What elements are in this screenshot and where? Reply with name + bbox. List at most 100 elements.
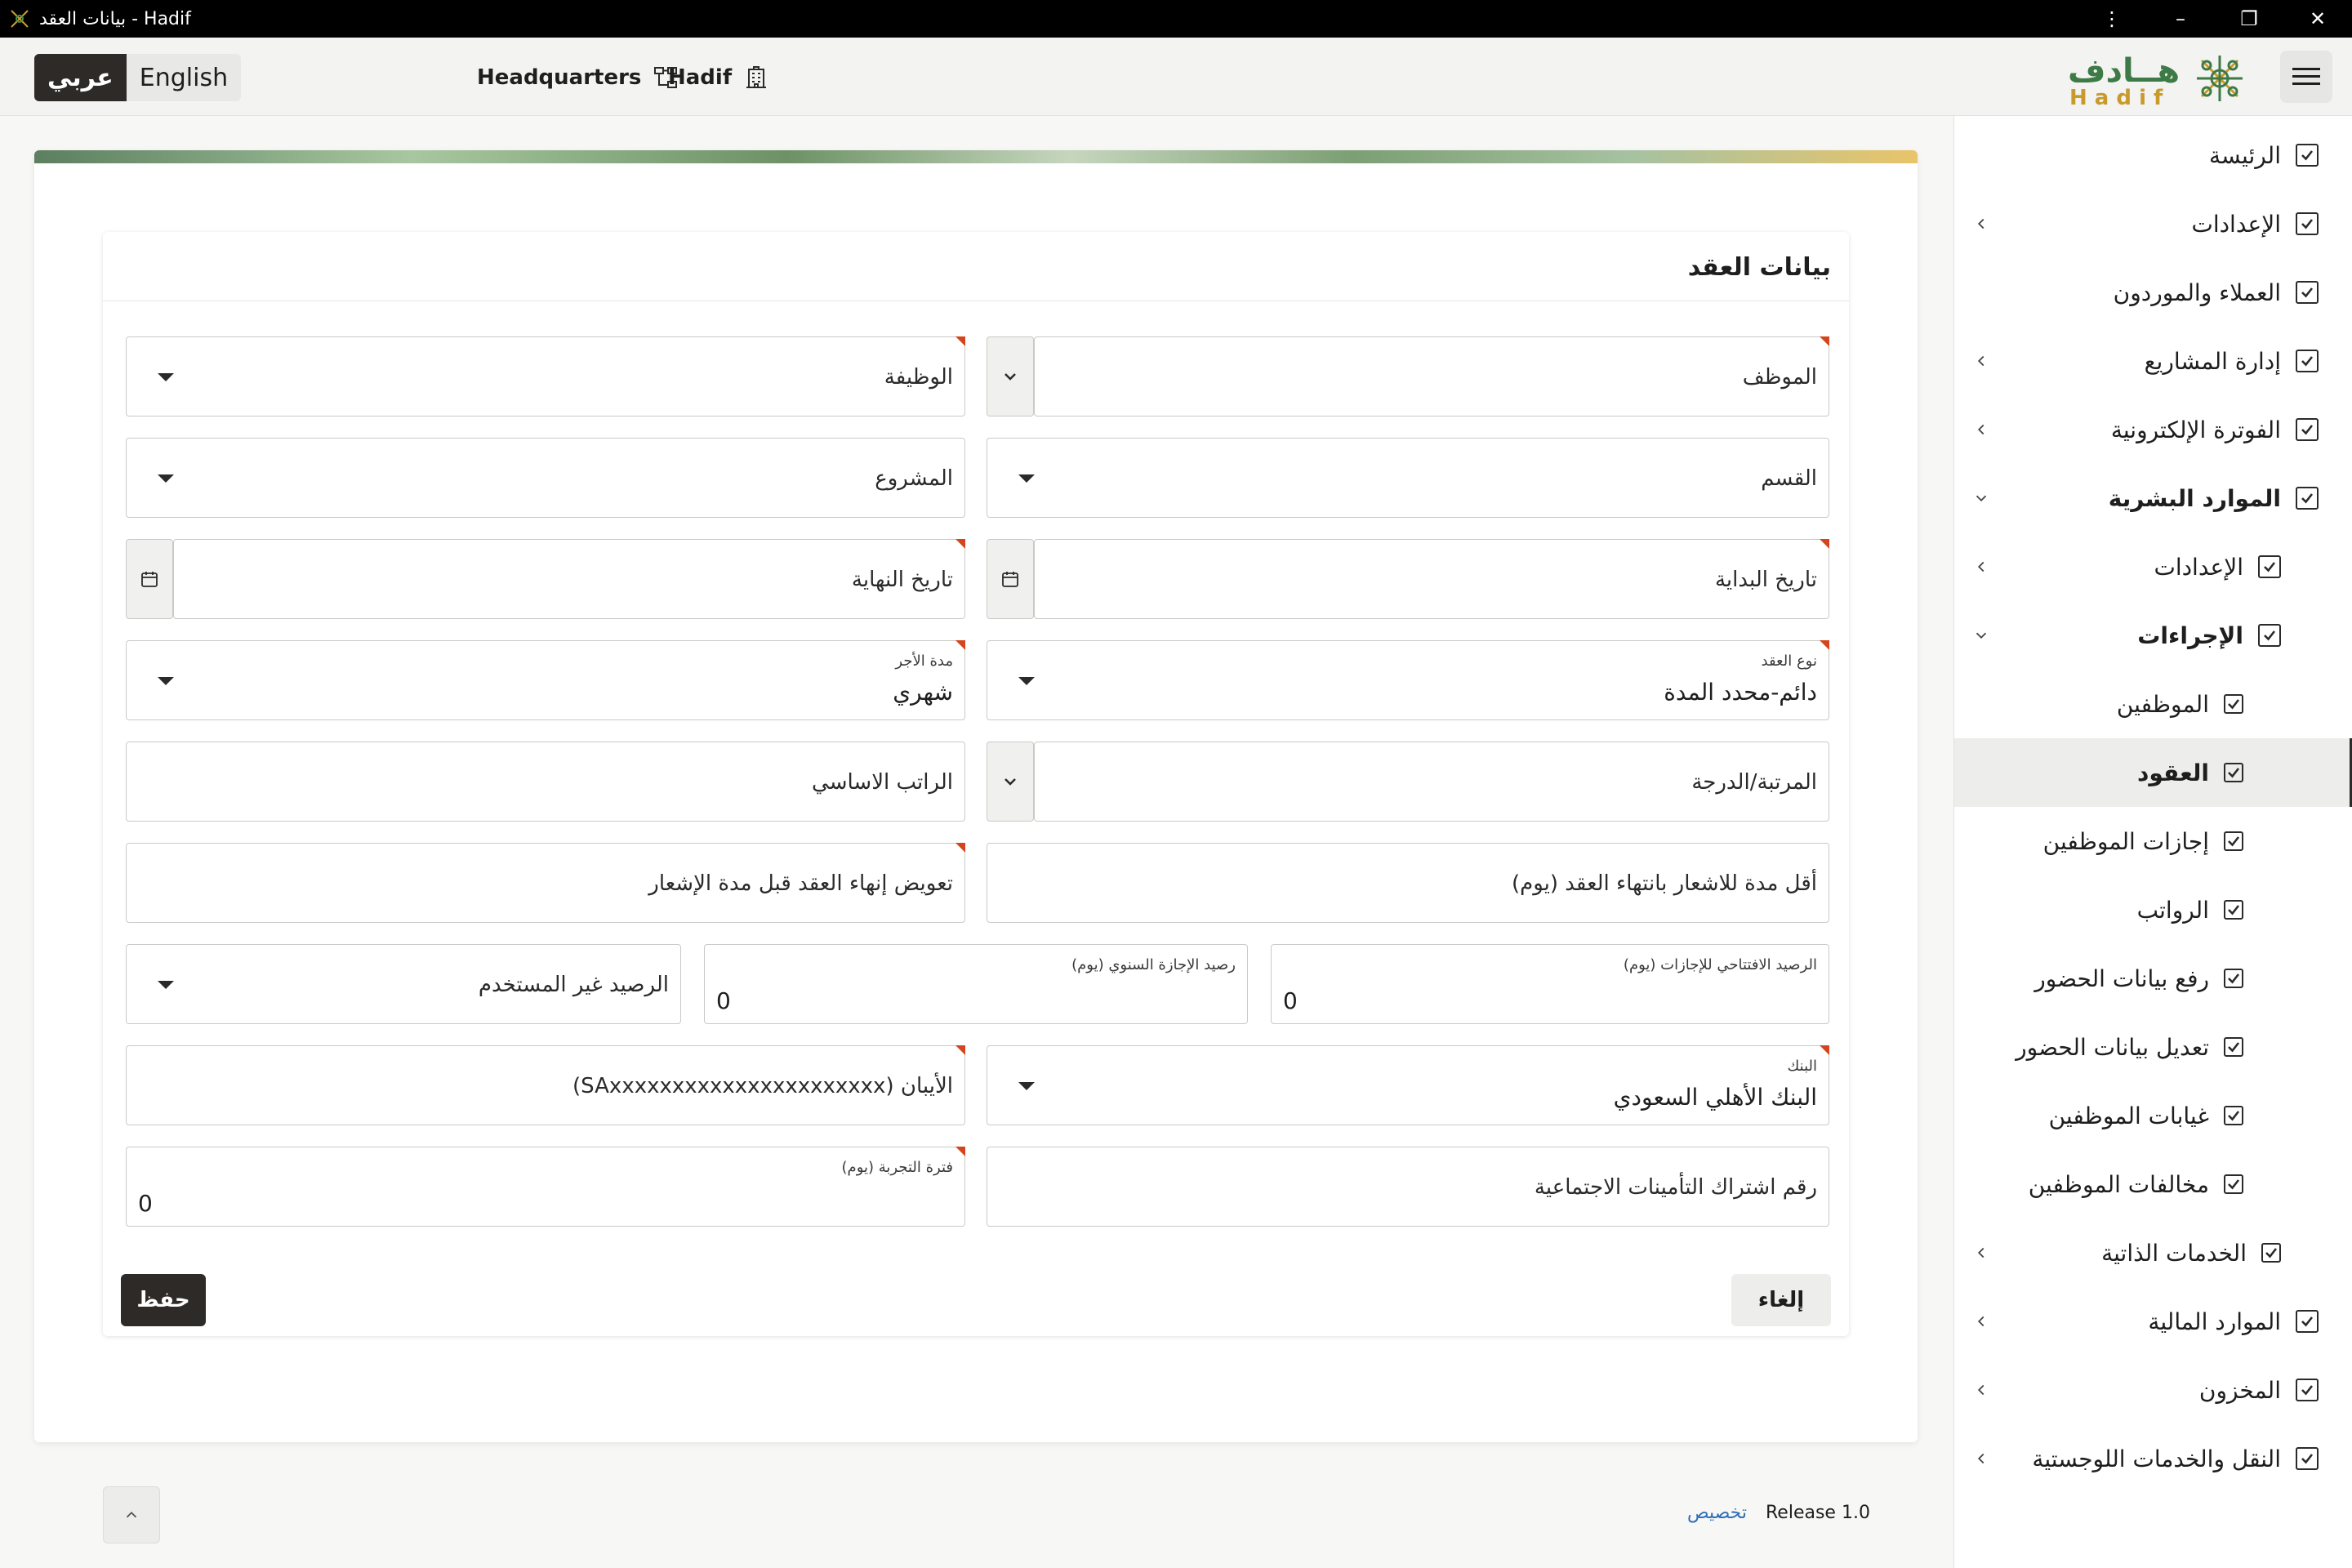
- end-date-picker-button[interactable]: [126, 539, 173, 619]
- job-select[interactable]: الوظيفة: [126, 336, 965, 416]
- save-button[interactable]: حفظ: [121, 1274, 206, 1326]
- caret-down-icon: [1018, 474, 1035, 483]
- basic-salary-field[interactable]: الراتب الاساسي: [126, 742, 965, 822]
- release-version: Release 1.0: [1766, 1503, 1870, 1523]
- sidebar-nav: الرئيسة الإعدادات العملاء والموردون إدارة ا…: [1953, 116, 2352, 1568]
- sidebar-item[interactable]: إدارة المشاريع: [1954, 327, 2352, 395]
- arabic-language-button[interactable]: عربي: [34, 54, 127, 101]
- chevron-left-icon[interactable]: [1969, 395, 1993, 464]
- sidebar-item[interactable]: الإجراءات: [1954, 601, 2352, 670]
- sidebar-item[interactable]: النقل والخدمات اللوجستية: [1954, 1424, 2352, 1493]
- bank-select[interactable]: البنك البنك الأهلي السعودي: [987, 1045, 1829, 1125]
- svg-text:H a d i f: H a d i f: [2069, 86, 2163, 110]
- sidebar-item[interactable]: الموارد المالية: [1954, 1287, 2352, 1356]
- min-notice-field[interactable]: أقل مدة للاشعار بانتهاء العقد (يوم): [987, 843, 1829, 923]
- checkbox-icon: [2224, 1174, 2243, 1194]
- sidebar-item[interactable]: العقود: [1954, 738, 2352, 807]
- svg-text:هــادف: هــادف: [2068, 52, 2180, 90]
- opening-leave-balance-field[interactable]: الرصيد الافتتاحي للإجازات (يوم) 0: [1271, 944, 1829, 1024]
- checkbox-icon: [2296, 418, 2319, 441]
- checkbox-icon: [2224, 694, 2243, 714]
- sidebar-item[interactable]: الرواتب: [1954, 875, 2352, 944]
- iban-field[interactable]: الأيبان (SAxxxxxxxxxxxxxxxxxxxxxx): [126, 1045, 965, 1125]
- sidebar-item[interactable]: تعديل بيانات الحضور: [1954, 1013, 2352, 1081]
- chevron-down-icon: [1004, 778, 1016, 786]
- caret-down-icon: [158, 677, 174, 685]
- sidebar-item[interactable]: الرئيسة: [1954, 121, 2352, 189]
- checkbox-icon: [2224, 763, 2243, 782]
- caret-down-icon: [158, 981, 174, 989]
- sidebar-item[interactable]: الخدمات الذاتية: [1954, 1218, 2352, 1287]
- grade-dropdown-button[interactable]: [987, 742, 1034, 822]
- minimize-icon[interactable]: –: [2146, 0, 2215, 38]
- start-date-picker-button[interactable]: [987, 539, 1034, 619]
- top-header: عربي English Headquarters Hadif هــادف H…: [0, 38, 2352, 116]
- restore-icon[interactable]: ❐: [2215, 0, 2283, 38]
- sidebar-item-label: الإجراءات: [2137, 621, 2243, 649]
- sidebar-item-label: تعديل بيانات الحضور: [2016, 1033, 2209, 1061]
- checkbox-icon: [2258, 624, 2281, 647]
- sidebar-item-label: الموارد المالية: [2148, 1307, 2281, 1335]
- sidebar-item[interactable]: الموظفين: [1954, 670, 2352, 738]
- chevron-left-icon[interactable]: [1969, 189, 1993, 258]
- sidebar-item[interactable]: العملاء والموردون: [1954, 258, 2352, 327]
- employee-dropdown-button[interactable]: [987, 336, 1034, 416]
- chevron-left-icon[interactable]: [1969, 532, 1993, 601]
- start-date-field[interactable]: تاريخ البداية: [1034, 539, 1829, 619]
- checkbox-icon: [2258, 555, 2281, 578]
- gosi-number-field[interactable]: رقم اشتراك التأمينات الاجتماعية: [987, 1147, 1829, 1227]
- main-content-card: بيانات العقد الموظف الوظيفة القسم المشرو…: [34, 150, 1918, 1442]
- sidebar-item-label: المخزون: [2198, 1376, 2281, 1404]
- department-select[interactable]: القسم: [987, 438, 1829, 518]
- english-language-button[interactable]: English: [127, 54, 241, 101]
- contract-type-select[interactable]: نوع العقد دائم-محدد المدة: [987, 640, 1829, 720]
- sidebar-item[interactable]: غيابات الموظفين: [1954, 1081, 2352, 1150]
- language-switch: عربي English: [34, 54, 242, 101]
- chevron-left-icon[interactable]: [1969, 1356, 1993, 1424]
- customize-link[interactable]: تخصيص: [1687, 1503, 1747, 1523]
- checkbox-icon: [2224, 969, 2243, 988]
- sidebar-item[interactable]: الفوترة الإلكترونية: [1954, 395, 2352, 464]
- chevron-left-icon[interactable]: [1969, 327, 1993, 395]
- chevron-up-icon: [126, 1511, 137, 1518]
- sidebar-item[interactable]: رفع بيانات الحضور: [1954, 944, 2352, 1013]
- branch-label: Headquarters: [477, 65, 642, 90]
- checkbox-icon: [2224, 900, 2243, 920]
- close-icon[interactable]: ✕: [2283, 0, 2352, 38]
- checkbox-icon: [2296, 144, 2319, 167]
- termination-compensation-field[interactable]: تعويض إنهاء العقد قبل مدة الإشعار: [126, 843, 965, 923]
- sidebar-item[interactable]: المخزون: [1954, 1356, 2352, 1424]
- scroll-to-top-button[interactable]: [103, 1486, 160, 1544]
- hadif-logo: هــادف H a d i f: [2068, 52, 2243, 110]
- sidebar-item[interactable]: الإعدادات: [1954, 532, 2352, 601]
- checkbox-icon: [2296, 1310, 2319, 1333]
- annual-leave-balance-field[interactable]: رصيد الإجازة السنوي (يوم) 0: [704, 944, 1248, 1024]
- contract-form-panel: بيانات العقد الموظف الوظيفة القسم المشرو…: [103, 232, 1849, 1336]
- cancel-button[interactable]: إلغاء: [1731, 1274, 1831, 1326]
- chevron-down-icon[interactable]: [1969, 601, 1993, 670]
- grade-field[interactable]: المرتبة/الدرجة: [1034, 742, 1829, 822]
- probation-period-field[interactable]: فترة التجربة (يوم) 0: [126, 1147, 965, 1227]
- more-vertical-icon[interactable]: ⋮: [2078, 0, 2146, 38]
- branch-selector[interactable]: Headquarters: [477, 54, 679, 101]
- chevron-left-icon[interactable]: [1969, 1287, 1993, 1356]
- sidebar-item[interactable]: مخالفات الموظفين: [1954, 1150, 2352, 1218]
- chevron-left-icon[interactable]: [1969, 1424, 1993, 1493]
- end-date-field[interactable]: تاريخ النهاية: [173, 539, 965, 619]
- chevron-down-icon[interactable]: [1969, 464, 1993, 532]
- unused-balance-select[interactable]: الرصيد غير المستخدم: [126, 944, 681, 1024]
- sidebar-item-label: إدارة المشاريع: [2144, 347, 2281, 375]
- sidebar-item[interactable]: الإعدادات: [1954, 189, 2352, 258]
- chevron-left-icon[interactable]: [1969, 1218, 1993, 1287]
- company-selector[interactable]: Hadif: [668, 54, 769, 101]
- project-select[interactable]: المشروع: [126, 438, 965, 518]
- employee-field[interactable]: الموظف: [1034, 336, 1829, 416]
- checkbox-icon: [2296, 1447, 2319, 1470]
- sidebar-item[interactable]: إجازات الموظفين: [1954, 807, 2352, 875]
- decorative-banner: [34, 150, 1918, 163]
- menu-toggle-button[interactable]: [2280, 51, 2332, 103]
- sidebar-item[interactable]: الموارد البشرية: [1954, 464, 2352, 532]
- caret-down-icon: [158, 373, 174, 381]
- wage-period-select[interactable]: مدة الأجر شهري: [126, 640, 965, 720]
- sidebar-item-label: الإعدادات: [2191, 210, 2281, 238]
